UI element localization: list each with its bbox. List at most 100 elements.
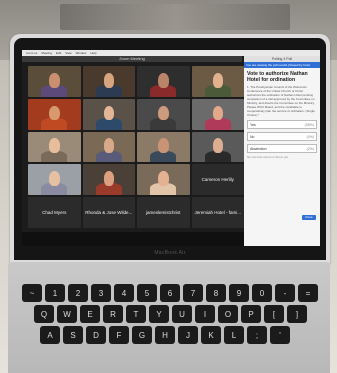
participant-tile[interactable]	[28, 66, 81, 97]
keyboard-key[interactable]: ]	[287, 305, 307, 323]
keyboard-key[interactable]: 2	[68, 284, 88, 302]
keyboard-key[interactable]: T	[126, 305, 146, 323]
keyboard-key[interactable]: -	[275, 284, 295, 302]
keyboard-key[interactable]: J	[178, 326, 198, 344]
keyboard-key[interactable]: Q	[34, 305, 54, 323]
menubar-item[interactable]: View	[65, 51, 71, 55]
participant-face	[103, 72, 114, 88]
participant-name: Jeremiah Hotel - fami...	[194, 210, 241, 216]
zoom-controls-bar	[22, 232, 244, 246]
participant-tile[interactable]	[28, 164, 81, 196]
participant-face	[49, 105, 60, 121]
participant-face	[103, 138, 114, 154]
keyboard-row: ~1 2 3 4 5 6 7 8 9 0- =	[22, 284, 322, 302]
keyboard-key[interactable]: R	[103, 305, 123, 323]
keyboard-key[interactable]: 4	[114, 284, 134, 302]
participant-name: Cameron Herlily	[201, 177, 234, 183]
laptop-screen: zoom.us Meeting Edit View Window Help Zoom Me…	[22, 50, 320, 246]
poll-done-button[interactable]: Done	[302, 215, 316, 220]
participant-tile[interactable]	[82, 66, 135, 97]
menubar-item[interactable]: Edit	[56, 51, 61, 55]
menubar-item[interactable]: Meeting	[41, 51, 52, 55]
poll-option: Abstention (2%)	[247, 144, 317, 153]
zoom-gallery-grid: Cameron Herlily Chad Myers Rhonda & Jose W…	[28, 66, 244, 228]
participant-tile[interactable]	[191, 131, 244, 163]
participant-face	[158, 138, 169, 154]
participant-face	[212, 138, 223, 154]
keyboard-key[interactable]: '	[270, 326, 290, 344]
participant-tile[interactable]	[82, 164, 135, 196]
keyboard-key[interactable]: H	[155, 326, 175, 344]
keyboard-key[interactable]: 5	[137, 284, 157, 302]
keyboard-key[interactable]: ;	[247, 326, 267, 344]
participant-tile[interactable]	[137, 131, 190, 163]
poll-option: No (0%)	[247, 132, 317, 141]
participant-tile[interactable]	[28, 131, 81, 163]
keyboard-key[interactable]: I	[195, 305, 215, 323]
poll-panel: Polling 4 Poll You are viewing the poll …	[244, 56, 320, 246]
participant-tile[interactable]	[191, 98, 244, 130]
keyboard-key[interactable]: K	[201, 326, 221, 344]
poll-option-label: Abstention	[250, 146, 267, 151]
keyboard-key[interactable]: =	[298, 284, 318, 302]
zoom-window-title: Zoom Meeting	[22, 56, 242, 62]
poll-option-percent: (2%)	[306, 146, 314, 151]
participant-face	[103, 105, 114, 121]
keyboard-key[interactable]: U	[172, 305, 192, 323]
keyboard-key[interactable]: 8	[206, 284, 226, 302]
menubar-item[interactable]: Window	[76, 51, 87, 55]
keyboard-key[interactable]: Y	[149, 305, 169, 323]
keyboard-key[interactable]: 1	[45, 284, 65, 302]
keyboard-key[interactable]: [	[264, 305, 284, 323]
participant-face	[212, 72, 223, 88]
poll-options: Yes (98%) No (0%) Abstention (2%)	[244, 120, 320, 153]
keyboard-key[interactable]: G	[132, 326, 152, 344]
menubar-item[interactable]: zoom.us	[26, 51, 37, 55]
keyboard-key[interactable]: 3	[91, 284, 111, 302]
keyboard-key[interactable]: E	[80, 305, 100, 323]
poll-option-percent: (0%)	[306, 134, 314, 139]
participant-name: Rhonda & Jose Wilde...	[85, 210, 133, 216]
background-shelf	[60, 4, 290, 30]
keyboard-row: A S D F G H J K L; '	[22, 326, 322, 344]
keyboard-key[interactable]: S	[63, 326, 83, 344]
participant-face	[49, 72, 60, 88]
participant-tile[interactable]	[28, 98, 81, 130]
participant-tile[interactable]: Cameron Herlily	[191, 164, 244, 196]
poll-question-title: Vote to authorize Nathan Hotel for ordin…	[247, 71, 308, 83]
keyboard-key[interactable]: P	[241, 305, 261, 323]
keyboard-key[interactable]: L	[224, 326, 244, 344]
participant-tile[interactable]: Chad Myers	[28, 197, 81, 228]
participant-tile[interactable]: Jeremiah Hotel - fami...	[191, 197, 244, 228]
keyboard-key[interactable]: F	[109, 326, 129, 344]
keyboard-key[interactable]: O	[218, 305, 238, 323]
menubar-item[interactable]: Help	[90, 51, 96, 55]
participant-tile[interactable]	[137, 98, 190, 130]
participant-tile[interactable]	[137, 164, 190, 196]
participant-tile[interactable]: jameslemistchrist	[137, 197, 190, 228]
participant-tile[interactable]	[191, 66, 244, 97]
participant-name: Chad Myers	[42, 210, 67, 216]
poll-option-label: No	[250, 134, 255, 139]
poll-option: Yes (98%)	[247, 120, 317, 129]
participant-tile[interactable]	[137, 66, 190, 97]
keyboard-key[interactable]: ~	[22, 284, 42, 302]
participant-tile[interactable]	[82, 131, 135, 163]
keyboard-key[interactable]: D	[86, 326, 106, 344]
participant-tile[interactable]: Rhonda & Jose Wilde...	[82, 197, 135, 228]
participant-face	[49, 138, 60, 154]
keyboard: ~1 2 3 4 5 6 7 8 9 0- = Q W E R T Y U I O P[] A S D F G H J K L; '	[22, 284, 322, 373]
participant-name: jameslemistchrist	[145, 210, 181, 216]
keyboard-key[interactable]: 0	[252, 284, 272, 302]
keyboard-key[interactable]: 7	[183, 284, 203, 302]
participant-tile[interactable]	[82, 98, 135, 130]
keyboard-key[interactable]: 9	[229, 284, 249, 302]
keyboard-key[interactable]: A	[40, 326, 60, 344]
keyboard-key[interactable]: 6	[160, 284, 180, 302]
keyboard-row: Q W E R T Y U I O P[]	[22, 305, 322, 323]
participant-face	[212, 105, 223, 121]
participant-face	[158, 105, 169, 121]
participant-face	[158, 171, 169, 186]
keyboard-key[interactable]: W	[57, 305, 77, 323]
poll-results-banner: You are viewing the poll results (Closed…	[244, 62, 320, 68]
